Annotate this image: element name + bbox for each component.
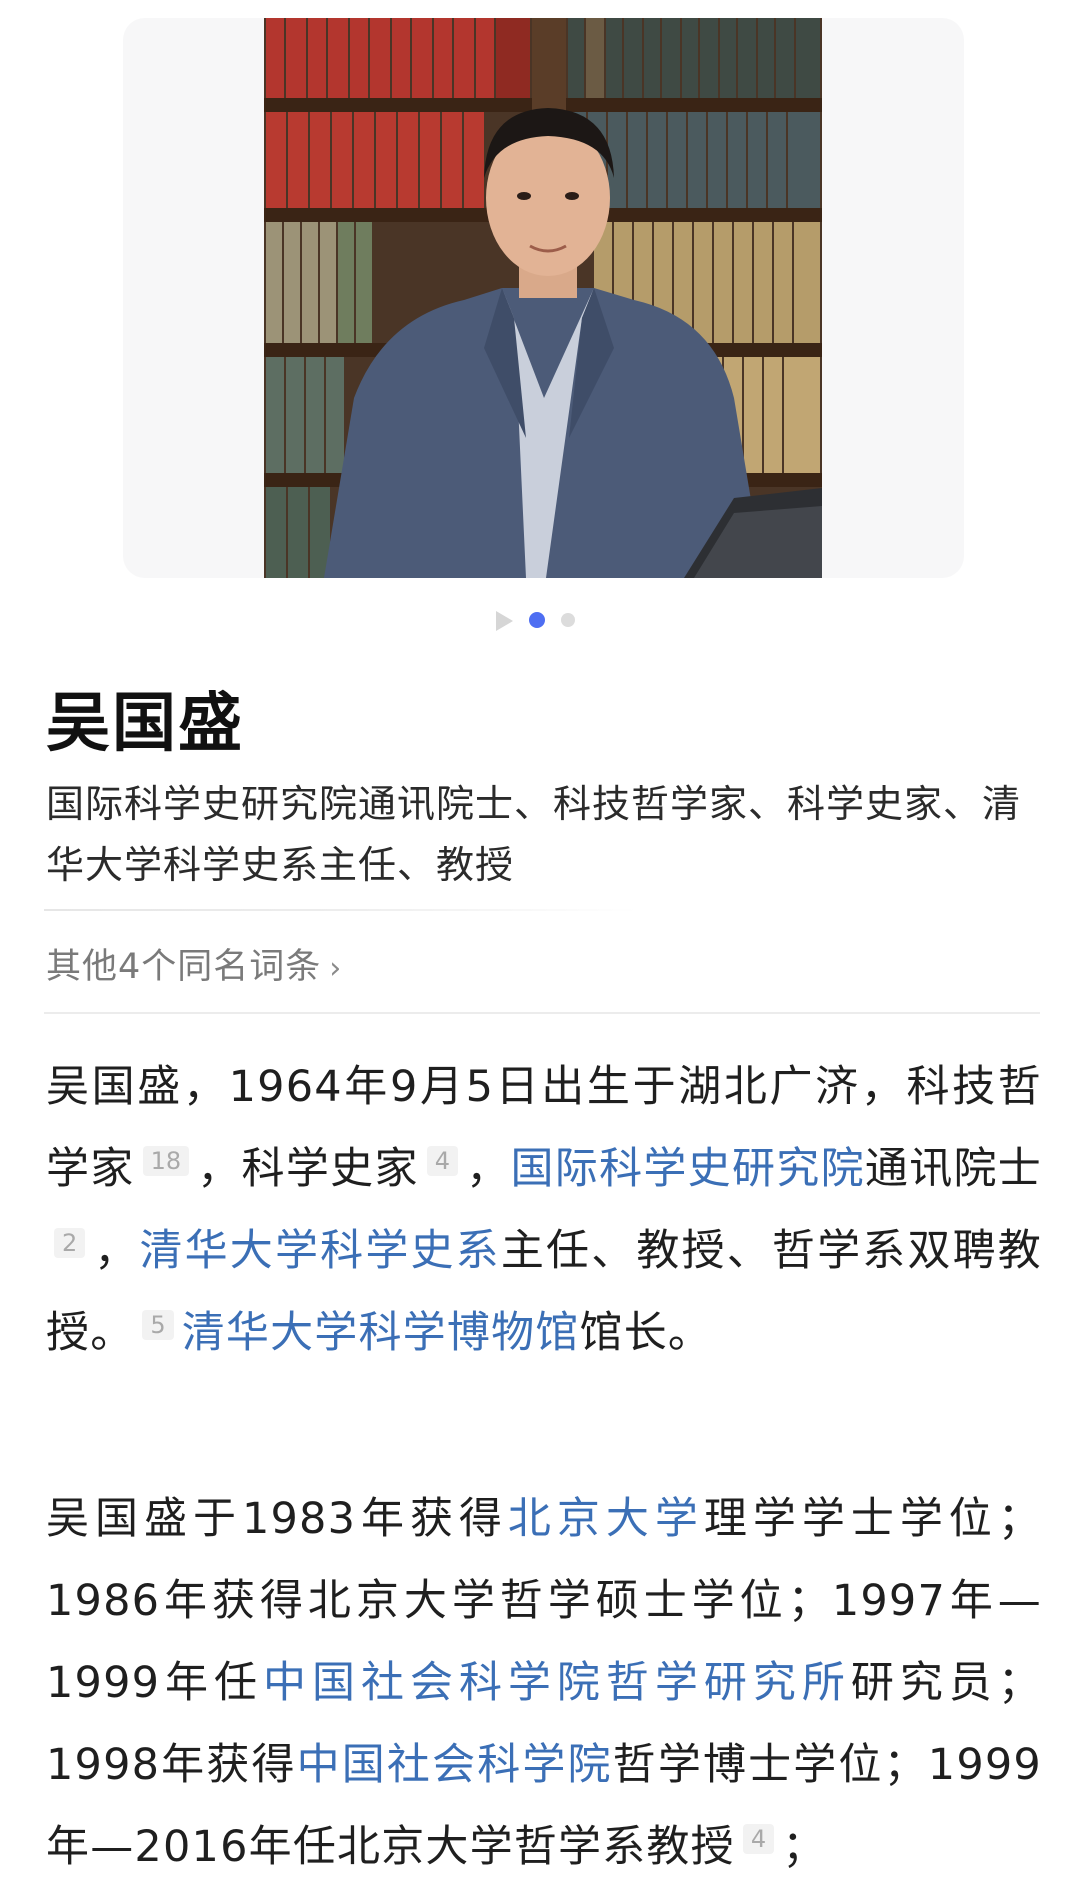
- video-play-indicator-icon[interactable]: [496, 611, 513, 631]
- text: 吴国盛于1983年获得: [46, 1494, 508, 1544]
- link-museum[interactable]: 清华大学科学博物馆: [182, 1308, 580, 1358]
- divider: [44, 1012, 1040, 1014]
- career-paragraph: 吴国盛于1983年获得北京大学理学学士学位；1986年获得北京大学哲学硕士学位；…: [46, 1478, 1042, 1888]
- summary-paragraph: 吴国盛，1964年9月5日出生于湖北广济，科技哲学家 18 ，科学史家 4 ，国际科学史…: [46, 1046, 1042, 1374]
- portrait-illustration: [264, 18, 822, 578]
- text: ；: [782, 1822, 827, 1872]
- text: ，: [466, 1144, 511, 1194]
- link-institute[interactable]: 国际科学史研究院: [510, 1144, 864, 1194]
- same-name-label[interactable]: 其他4个同名词条: [46, 947, 321, 987]
- chevron-right-icon: ›: [329, 951, 343, 986]
- reference-badge[interactable]: 4: [742, 1824, 775, 1854]
- link-cass-philosophy-institute[interactable]: 中国社会科学院哲学研究所: [263, 1658, 851, 1708]
- reference-badge[interactable]: 4: [426, 1146, 459, 1176]
- entry-title: 吴国盛: [46, 687, 244, 761]
- reference-badge[interactable]: 2: [54, 1228, 86, 1258]
- same-name-entries-link[interactable]: 其他4个同名词条 ›: [46, 938, 342, 989]
- carousel-dot[interactable]: [561, 613, 575, 627]
- carousel-indicator[interactable]: [0, 608, 1080, 632]
- carousel-dot-active[interactable]: [529, 612, 545, 628]
- text: ，科学史家: [197, 1144, 419, 1194]
- text: 通讯院士: [864, 1144, 1042, 1194]
- link-department[interactable]: 清华大学科学史系: [139, 1226, 500, 1276]
- reference-badge[interactable]: 18: [142, 1146, 190, 1176]
- text: ，: [93, 1226, 140, 1276]
- entry-subtitle: 国际科学史研究院通讯院士、科技哲学家、科学史家、清华大学科学史系主任、教授: [46, 782, 1022, 887]
- link-peking-university[interactable]: 北京大学: [508, 1494, 704, 1544]
- link-cass[interactable]: 中国社会科学院: [297, 1740, 613, 1790]
- divider: [44, 909, 1034, 911]
- text: 馆长。: [579, 1308, 713, 1358]
- reference-badge[interactable]: 5: [142, 1310, 174, 1340]
- portrait-photo[interactable]: [264, 18, 822, 578]
